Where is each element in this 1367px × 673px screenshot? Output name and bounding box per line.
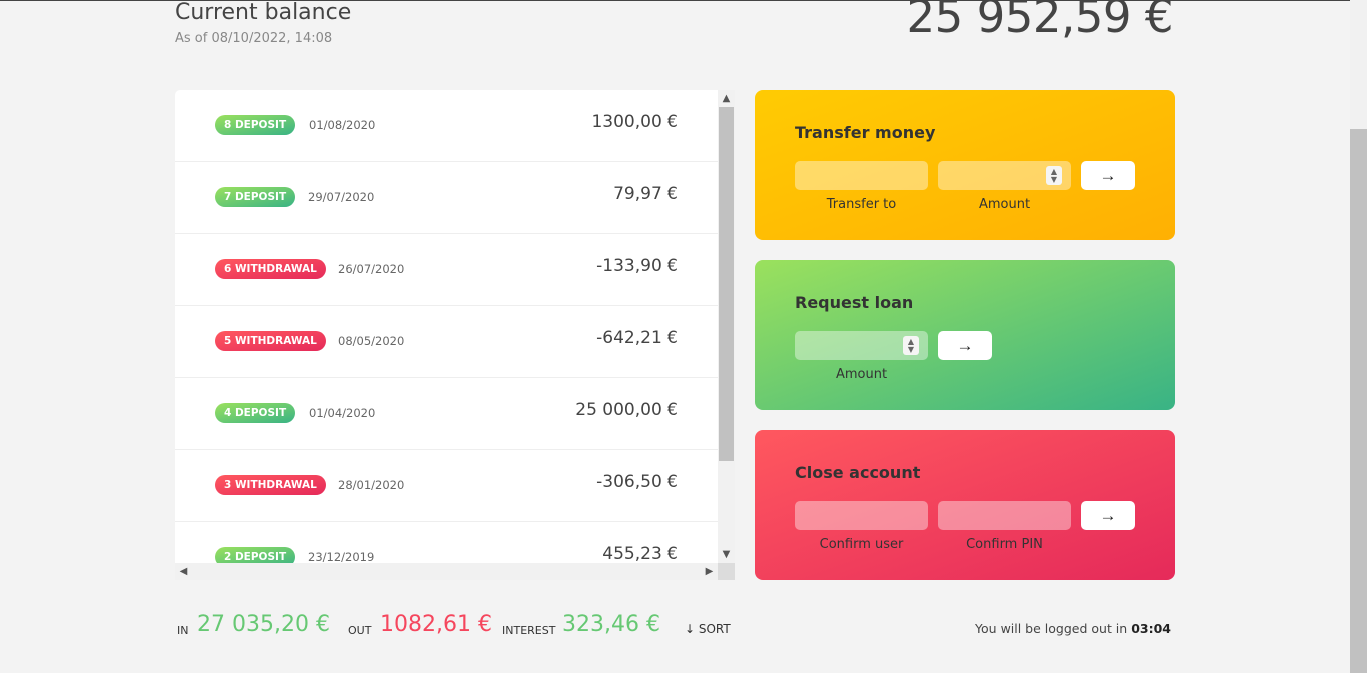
balance-date-value: 08/10/2022, 14:08 <box>211 31 333 46</box>
loan-amount-input[interactable]: ▲ ▼ <box>795 331 928 360</box>
amount-spinner-icon[interactable]: ▲ ▼ <box>903 336 919 355</box>
close-title: Close account <box>795 463 921 482</box>
movement-value: 455,23 € <box>602 544 678 563</box>
scroll-down-icon[interactable]: ▼ <box>718 546 735 563</box>
loan-title: Request loan <box>795 293 914 312</box>
movement-type-badge: 6 WITHDRAWAL <box>215 259 326 279</box>
balance-date-prefix: As of <box>175 31 208 46</box>
confirm-pin-input[interactable] <box>938 501 1071 530</box>
close-submit-button[interactable]: → <box>1081 501 1135 530</box>
movement-row: 7 DEPOSIT 29/07/2020 79,97 € <box>175 162 718 234</box>
summary-interest-value: 323,46 € <box>562 612 660 637</box>
amount-spinner-icon[interactable]: ▲ ▼ <box>1046 166 1062 185</box>
movement-value: 79,97 € <box>613 184 678 204</box>
movement-type-badge: 2 DEPOSIT <box>215 547 296 563</box>
scrollbar-corner <box>718 563 735 580</box>
transfer-amount-input[interactable]: ▲ ▼ <box>938 161 1071 190</box>
scroll-right-icon[interactable]: ▶ <box>701 563 718 580</box>
movement-date: 23/12/2019 <box>308 550 375 563</box>
summary-interest-label: INTEREST <box>502 624 556 637</box>
movements-scroll-thumb[interactable] <box>719 107 734 461</box>
scroll-up-icon[interactable]: ▲ <box>718 90 735 107</box>
transfer-submit-button[interactable]: → <box>1081 161 1135 190</box>
loan-submit-button[interactable]: → <box>938 331 992 360</box>
movements-list[interactable]: 8 DEPOSIT 01/08/2020 1300,00 € 7 DEPOSIT… <box>175 90 735 580</box>
movement-type-badge: 5 WITHDRAWAL <box>215 331 326 351</box>
sort-button[interactable]: ↓ SORT <box>685 622 731 636</box>
logout-timer-text: You will be logged out in 03:04 <box>975 621 1171 636</box>
transfer-amount-label: Amount <box>978 197 1031 212</box>
transfer-title: Transfer money <box>795 123 936 142</box>
summary-out-label: OUT <box>348 624 372 637</box>
movement-type-badge: 8 DEPOSIT <box>215 115 296 135</box>
movements-horizontal-scrollbar[interactable]: ◀ ▶ <box>175 563 718 580</box>
logout-text: You will be logged out in <box>975 621 1128 636</box>
movements-rows: 8 DEPOSIT 01/08/2020 1300,00 € 7 DEPOSIT… <box>175 90 718 563</box>
movement-row: 2 DEPOSIT 23/12/2019 455,23 € <box>175 522 718 563</box>
movement-date: 08/05/2020 <box>338 334 405 348</box>
scroll-left-icon[interactable]: ◀ <box>175 563 192 580</box>
movement-date: 28/01/2020 <box>338 478 405 492</box>
confirm-pin-label: Confirm PIN <box>966 537 1043 552</box>
summary-in-label: IN <box>177 624 189 637</box>
movement-row: 3 WITHDRAWAL 28/01/2020 -306,50 € <box>175 450 718 522</box>
page-vertical-scrollbar[interactable] <box>1350 0 1367 673</box>
transfer-to-input[interactable] <box>795 161 928 190</box>
confirm-user-label: Confirm user <box>819 537 904 552</box>
movements-vertical-scrollbar[interactable]: ▲ ▼ <box>718 90 735 563</box>
movement-date: 29/07/2020 <box>308 190 375 204</box>
movement-type-badge: 4 DEPOSIT <box>215 403 296 423</box>
movement-value: -642,21 € <box>596 328 678 348</box>
loan-amount-label: Amount <box>835 367 888 382</box>
movement-value: -133,90 € <box>596 256 678 276</box>
transfer-money-panel: Transfer money ▲ ▼ → Transfer to Amount <box>755 90 1175 240</box>
balance-date: As of 08/10/2022, 14:08 <box>175 31 332 46</box>
movement-type-badge: 7 DEPOSIT <box>215 187 296 207</box>
movement-row: 8 DEPOSIT 01/08/2020 1300,00 € <box>175 90 718 162</box>
movement-row: 4 DEPOSIT 01/04/2020 25 000,00 € <box>175 378 718 450</box>
confirm-user-input[interactable] <box>795 501 928 530</box>
movement-type-badge: 3 WITHDRAWAL <box>215 475 326 495</box>
logout-timer: 03:04 <box>1131 621 1171 636</box>
balance-label: Current balance <box>175 0 352 25</box>
movement-date: 01/08/2020 <box>309 118 376 132</box>
close-account-panel: Close account → Confirm user Confirm PIN <box>755 430 1175 580</box>
summary-in-value: 27 035,20 € <box>197 612 330 637</box>
transfer-to-label: Transfer to <box>826 197 897 212</box>
movement-row: 6 WITHDRAWAL 26/07/2020 -133,90 € <box>175 234 718 306</box>
movement-value: -306,50 € <box>596 472 678 492</box>
request-loan-panel: Request loan ▲ ▼ → Amount <box>755 260 1175 410</box>
movement-value: 1300,00 € <box>591 112 678 132</box>
summary-out-value: 1082,61 € <box>380 612 492 637</box>
movement-value: 25 000,00 € <box>575 400 678 420</box>
page-scroll-thumb[interactable] <box>1350 129 1367 673</box>
movement-date: 26/07/2020 <box>338 262 405 276</box>
movement-row: 5 WITHDRAWAL 08/05/2020 -642,21 € <box>175 306 718 378</box>
movement-date: 01/04/2020 <box>309 406 376 420</box>
balance-value: 25 952,59 € <box>906 0 1174 43</box>
